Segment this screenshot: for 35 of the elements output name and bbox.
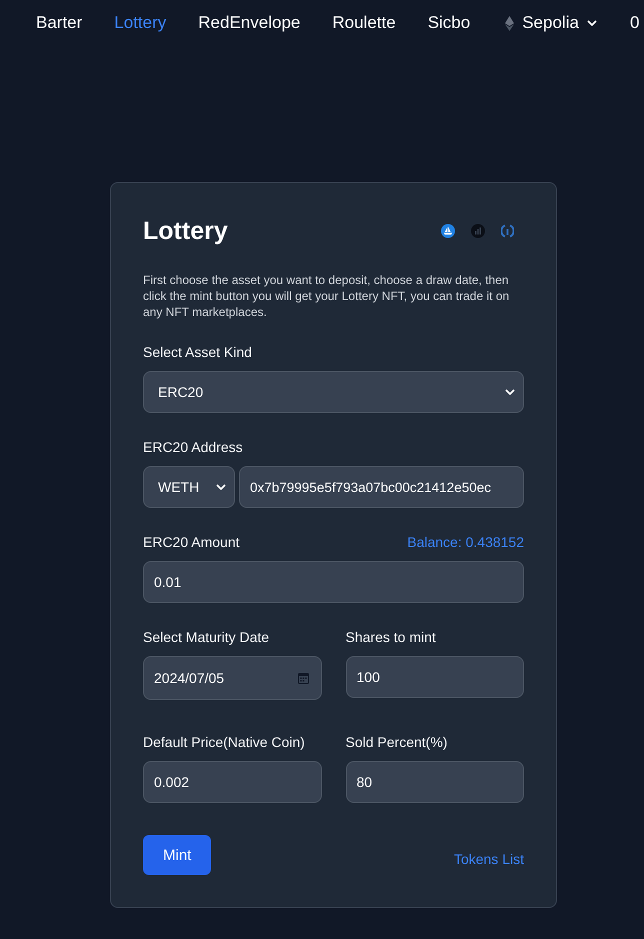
nav-link[interactable]: Lottery — [114, 13, 166, 33]
nav-link[interactable]: RedEnvelope — [198, 13, 300, 33]
nav-link[interactable]: Sicbo — [428, 13, 470, 33]
field-label: Default Price(Native Coin) — [143, 733, 306, 752]
chevron-down-icon — [216, 484, 226, 490]
number-input[interactable]: 100 — [346, 656, 524, 698]
field-label: ERC20 Amount — [143, 533, 240, 552]
field-label: Shares to mint — [346, 628, 437, 647]
calendar-icon[interactable] — [298, 672, 308, 684]
bar-chart-icon[interactable] — [471, 224, 485, 238]
date-field[interactable]: 2024/07/05 — [143, 656, 322, 700]
chevron-down-icon — [505, 388, 515, 396]
nav-link[interactable]: Roulette — [332, 13, 396, 33]
address-input[interactable]: 0x7b79995e5f793a07bc00c21412e50ec — [239, 466, 524, 508]
tokens-list-link[interactable]: Tokens List — [454, 849, 524, 869]
balance-text: Balance: 0.438152 — [407, 533, 524, 552]
asset-kind-select[interactable]: ERC20 — [143, 371, 524, 413]
number-input[interactable]: 0.002 — [143, 761, 322, 803]
bracket-icon[interactable] — [501, 224, 514, 238]
field-label: Select Asset Kind — [143, 343, 253, 362]
chevron-down-icon — [586, 20, 597, 26]
nav-link[interactable]: Barter — [36, 13, 82, 33]
description-text: First choose the asset you want to deposit, choose a draw date, then click the mint button you will get your Lottery NFT, you can trade it on any NFT marketplaces. — [143, 272, 510, 320]
token-select[interactable]: WETH — [143, 466, 235, 508]
field-label: Select Maturity Date — [143, 628, 270, 647]
mint-button[interactable]: Mint — [143, 835, 212, 875]
field-label: Sold Percent(%) — [346, 733, 448, 752]
diamond-icon — [505, 16, 514, 30]
account-text: 0 — [630, 13, 640, 33]
sailboat-icon[interactable] — [441, 224, 455, 238]
number-input[interactable]: 80 — [346, 761, 524, 803]
field-label: ERC20 Address — [143, 438, 244, 457]
network-selector[interactable]: Sepolia — [505, 13, 597, 33]
card-title: Lottery — [143, 216, 228, 247]
amount-input[interactable]: 0.01 — [143, 561, 524, 603]
